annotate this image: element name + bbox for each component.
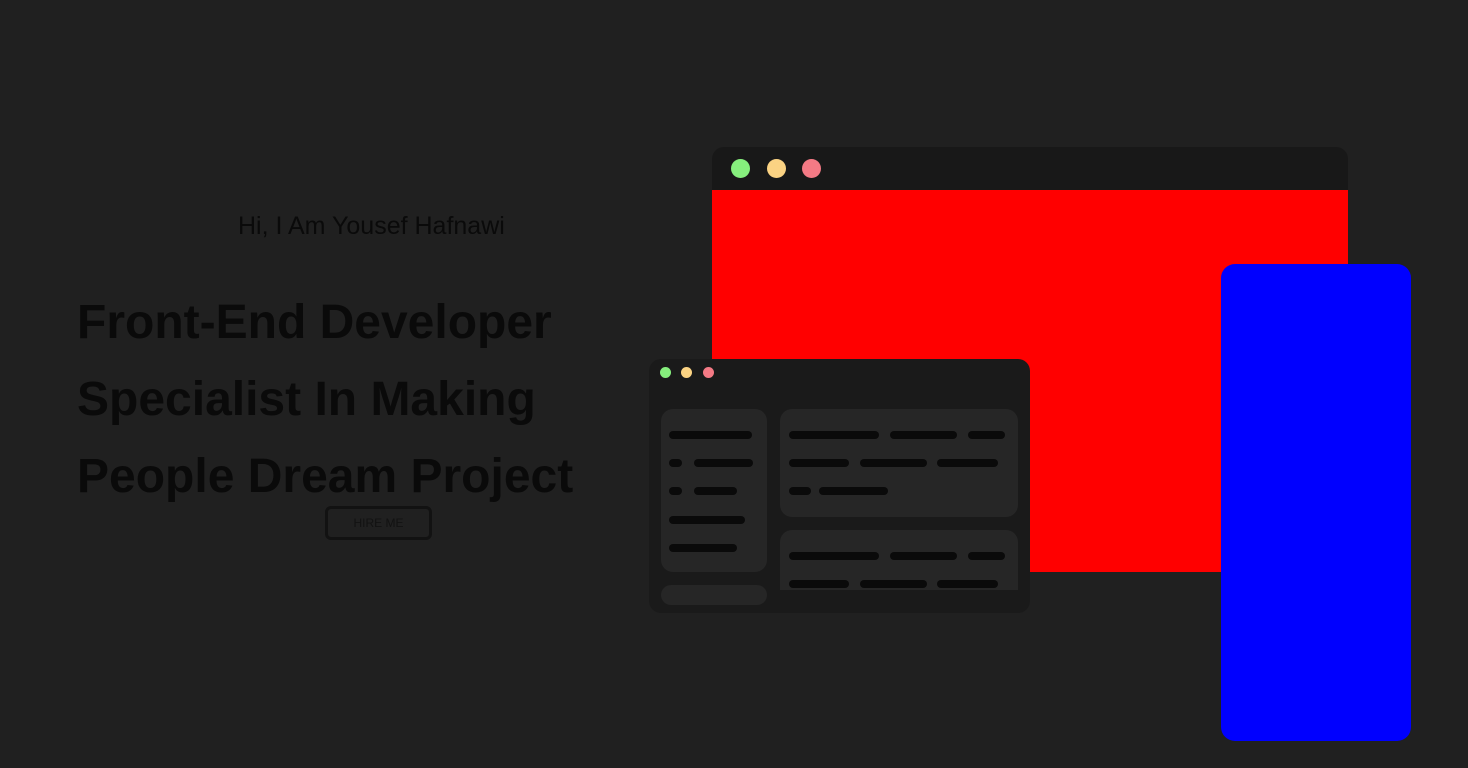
placeholder-line: [890, 431, 957, 439]
window-green-dot-icon: [731, 159, 750, 178]
headline-line-1: Front-End Developer: [77, 296, 552, 349]
placeholder-line: [968, 431, 1005, 439]
code-window-illustration: [649, 359, 1030, 613]
window-yellow-dot-icon: [767, 159, 786, 178]
placeholder-line: [669, 544, 737, 552]
placeholder-line: [789, 459, 849, 467]
placeholder-line: [819, 487, 888, 495]
hire-me-button[interactable]: HIRE ME: [325, 506, 432, 540]
placeholder-line: [694, 459, 753, 467]
content-card: [780, 409, 1018, 517]
placeholder-line: [789, 552, 879, 560]
placeholder-line: [860, 580, 927, 588]
window-yellow-dot-icon: [681, 367, 692, 378]
placeholder-line: [937, 459, 998, 467]
placeholder-line: [669, 459, 682, 467]
hero-headline: Front-End Developer Specialist In Making…: [77, 284, 573, 515]
window-red-dot-icon: [802, 159, 821, 178]
placeholder-line: [789, 487, 811, 495]
placeholder-line: [937, 580, 998, 588]
placeholder-line: [669, 516, 745, 524]
placeholder-line: [669, 487, 682, 495]
sidebar-panel: [661, 409, 767, 572]
sidebar-panel-lower: [661, 585, 767, 605]
window-red-dot-icon: [703, 367, 714, 378]
placeholder-line: [968, 552, 1005, 560]
placeholder-line: [789, 580, 849, 588]
hero-greeting: Hi, I Am Yousef Hafnawi: [238, 212, 505, 240]
placeholder-line: [860, 459, 927, 467]
placeholder-line: [890, 552, 957, 560]
placeholder-line: [669, 431, 752, 439]
window-green-dot-icon: [660, 367, 671, 378]
headline-line-3: People Dream Project: [77, 450, 574, 503]
content-card: [780, 530, 1018, 590]
placeholder-line: [789, 431, 879, 439]
placeholder-line: [694, 487, 737, 495]
browser-title-bar: [712, 147, 1348, 190]
phone-screen-illustration: [1221, 264, 1411, 741]
headline-line-2: Specialist In Making: [77, 373, 536, 426]
